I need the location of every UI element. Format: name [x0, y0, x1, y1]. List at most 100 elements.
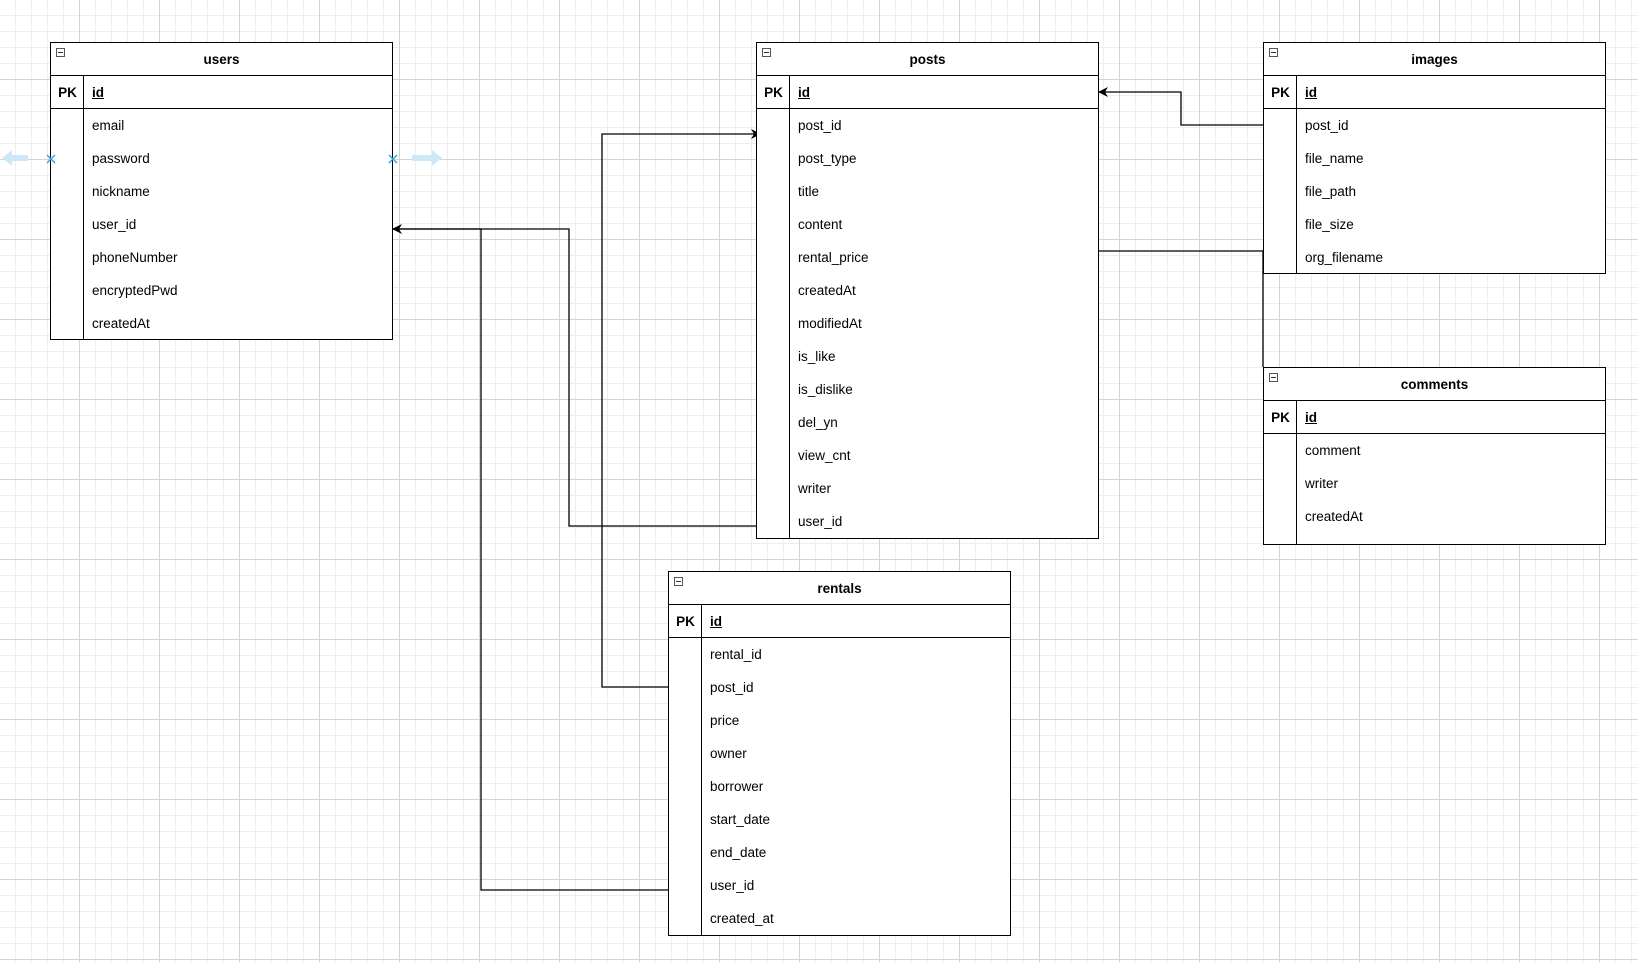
resize-left-arrow-icon[interactable]: [0, 148, 30, 168]
field-label: end_date: [710, 845, 767, 860]
field-label: is_dislike: [798, 382, 853, 397]
field-label: price: [710, 713, 740, 728]
pk-label: PK: [676, 613, 695, 629]
field-label: post_id: [1305, 118, 1349, 133]
field-writer[interactable]: writer: [757, 472, 1098, 505]
field-file_path[interactable]: file_path: [1264, 175, 1605, 208]
entity-title: rentals: [817, 580, 862, 596]
primary-key-row[interactable]: PK id: [669, 605, 1010, 638]
column-divider: [1296, 76, 1297, 109]
field-del_yn[interactable]: del_yn: [757, 406, 1098, 439]
field-phonenumber[interactable]: phoneNumber: [51, 241, 392, 274]
field-label: del_yn: [798, 415, 838, 430]
field-label: nickname: [92, 184, 150, 199]
field-modifiedat[interactable]: modifiedAt: [757, 307, 1098, 340]
primary-key-row[interactable]: PK id: [757, 76, 1098, 109]
field-label: owner: [710, 746, 747, 761]
field-label: post_type: [798, 151, 857, 166]
field-label: user_id: [92, 217, 137, 232]
field-label: phoneNumber: [92, 250, 178, 265]
edge-posts-user_id-to-users-user_id[interactable]: [392, 224, 756, 527]
entity-comments[interactable]: comments PK id comment writer createdAt: [1263, 367, 1606, 545]
entity-header[interactable]: users: [51, 43, 392, 76]
field-comment[interactable]: comment: [1264, 434, 1605, 467]
field-is_dislike[interactable]: is_dislike: [757, 373, 1098, 406]
pk-label: PK: [58, 84, 77, 100]
field-label: post_id: [710, 680, 754, 695]
column-divider: [1296, 109, 1297, 273]
entity-header[interactable]: comments: [1264, 368, 1605, 401]
field-nickname[interactable]: nickname: [51, 175, 392, 208]
collapse-icon[interactable]: [674, 577, 683, 586]
field-owner[interactable]: owner: [669, 737, 1010, 770]
field-post_id[interactable]: post_id: [757, 109, 1098, 142]
entity-images[interactable]: images PK id post_id file_name file_path file_…: [1263, 42, 1606, 274]
field-borrower[interactable]: borrower: [669, 770, 1010, 803]
field-file_size[interactable]: file_size: [1264, 208, 1605, 241]
field-is_like[interactable]: is_like: [757, 340, 1098, 373]
column-divider: [789, 76, 790, 109]
field-org_filename[interactable]: org_filename: [1264, 241, 1605, 274]
edge-rentals-user_id-to-users-user_id[interactable]: [393, 228, 668, 891]
pk-field: id: [798, 84, 810, 100]
entity-header[interactable]: posts: [757, 43, 1098, 76]
collapse-icon[interactable]: [1269, 48, 1278, 57]
entity-posts[interactable]: posts PK id post_id post_typetitle content ren…: [756, 42, 1099, 539]
field-label: user_id: [710, 878, 755, 893]
diagram-canvas[interactable]: users PK id email password nickname user_id pho…: [0, 0, 1638, 962]
primary-key-row[interactable]: PK id: [51, 76, 392, 109]
entity-fields: post_id post_typetitle content rental_price…: [757, 109, 1098, 538]
connection-point-left-icon[interactable]: [45, 153, 57, 165]
field-password[interactable]: password: [51, 142, 392, 175]
field-label: email: [92, 118, 125, 133]
primary-key-row[interactable]: PK id: [1264, 401, 1605, 434]
field-label: writer: [798, 481, 831, 496]
primary-key-row[interactable]: PK id: [1264, 76, 1605, 109]
field-end_date[interactable]: end_date: [669, 836, 1010, 869]
field-post_id[interactable]: post_id: [1264, 109, 1605, 142]
pk-field: id: [92, 84, 104, 100]
field-post_type[interactable]: post_type: [757, 142, 1098, 175]
column-divider: [1296, 401, 1297, 434]
field-label: org_filename: [1305, 250, 1384, 265]
field-user_id[interactable]: user_id: [757, 505, 1098, 538]
field-file_name[interactable]: file_name: [1264, 142, 1605, 175]
field-label: content: [798, 217, 843, 232]
field-createdat[interactable]: createdAt: [757, 274, 1098, 307]
connection-point-right-icon[interactable]: [387, 153, 399, 165]
field-label: borrower: [710, 779, 764, 794]
field-rental_price[interactable]: rental_price: [757, 241, 1098, 274]
field-writer[interactable]: writer: [1264, 467, 1605, 500]
field-encryptedpwd[interactable]: encryptedPwd: [51, 274, 392, 307]
column-divider: [701, 638, 702, 935]
entity-header[interactable]: rentals: [669, 572, 1010, 605]
field-user_id[interactable]: user_id: [669, 869, 1010, 902]
field-createdat[interactable]: createdAt: [1264, 500, 1605, 533]
field-label: start_date: [710, 812, 771, 827]
collapse-icon[interactable]: [762, 48, 771, 57]
entity-users[interactable]: users PK id email password nickname user_idpho…: [50, 42, 393, 340]
entity-title: images: [1411, 51, 1458, 67]
field-rental_id[interactable]: rental_id: [669, 638, 1010, 671]
entity-rentals[interactable]: rentals PK id rental_id post_idprice owner bor…: [668, 571, 1011, 936]
column-divider: [1296, 434, 1297, 544]
collapse-icon[interactable]: [1269, 373, 1278, 382]
field-start_date[interactable]: start_date: [669, 803, 1010, 836]
entity-header[interactable]: images: [1264, 43, 1605, 76]
field-view_cnt[interactable]: view_cnt: [757, 439, 1098, 472]
field-label: rental_id: [710, 647, 762, 662]
pk-field: id: [1305, 84, 1317, 100]
field-content[interactable]: content: [757, 208, 1098, 241]
resize-right-arrow-icon[interactable]: [410, 148, 444, 168]
field-title[interactable]: title: [757, 175, 1098, 208]
field-created_at[interactable]: created_at: [669, 902, 1010, 935]
field-price[interactable]: price: [669, 704, 1010, 737]
edge-images-post_id-to-posts-id[interactable]: [1098, 87, 1263, 126]
field-post_id[interactable]: post_id: [669, 671, 1010, 704]
field-createdat[interactable]: createdAt: [51, 307, 392, 340]
edge-comments-to-posts[interactable]: [1099, 250, 1264, 367]
field-user_id[interactable]: user_id: [51, 208, 392, 241]
field-email[interactable]: email: [51, 109, 392, 142]
column-divider: [83, 76, 84, 109]
collapse-icon[interactable]: [56, 48, 65, 57]
